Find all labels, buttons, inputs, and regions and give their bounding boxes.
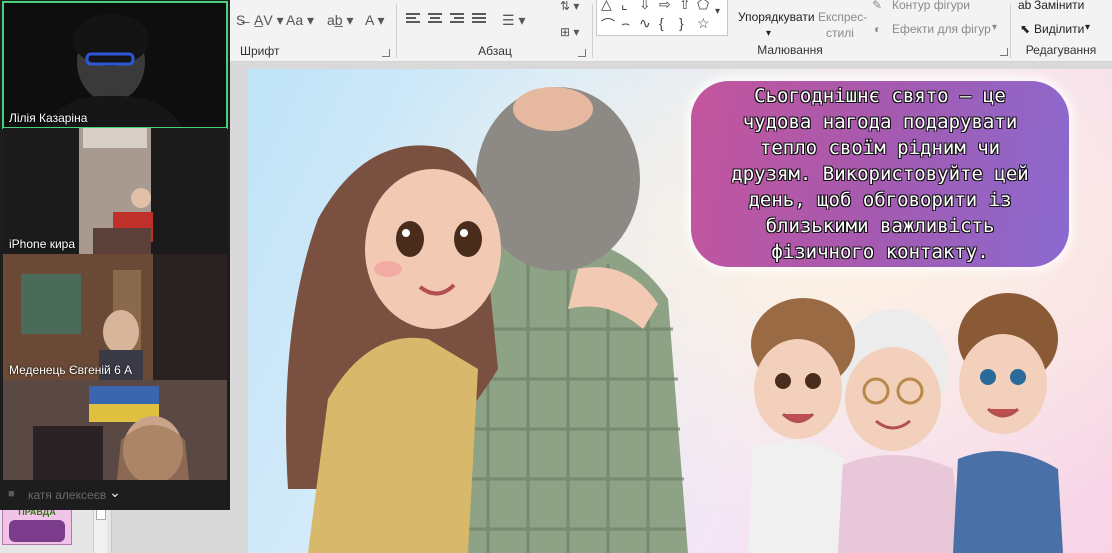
arrow-right-shape-icon[interactable]: ⇨ bbox=[659, 0, 671, 13]
paragraph-group: ☰ ▾ ⇅ ▾ ⊞ ▾ Абзац bbox=[400, 0, 590, 62]
participant-name: Лілія Казаріна bbox=[9, 111, 88, 125]
text-direction-icon[interactable]: ⇅ ▾ bbox=[560, 0, 579, 14]
justify-icon[interactable] bbox=[472, 13, 486, 25]
shape-outline-button[interactable]: Контур фігури bbox=[892, 0, 970, 12]
shapes-gallery[interactable]: △ ⌞ ⇩ ⇨ ⇧ ⬠ ⌒ ⌢ ∿ { } ☆ ▾ bbox=[596, 0, 728, 36]
arrow-up-shape-icon[interactable]: ⇧ bbox=[679, 0, 691, 13]
ribbon-divider bbox=[396, 4, 397, 58]
participant-tile[interactable]: Лілія Казаріна bbox=[2, 1, 228, 129]
align-left-icon[interactable] bbox=[406, 13, 420, 25]
slide-thumbnail-box bbox=[9, 520, 65, 542]
chevron-down-icon[interactable]: ⌄ bbox=[105, 483, 125, 501]
smartart-icon[interactable]: ⊞ ▾ bbox=[560, 24, 579, 40]
participant-status-icon: ■ bbox=[8, 488, 15, 500]
speech-bubble[interactable]: Сьогоднішнє свято – це чудова нагода под… bbox=[691, 81, 1069, 267]
select-chevron-icon[interactable]: ▾ bbox=[1085, 22, 1090, 33]
font-group-label: Шрифт bbox=[240, 44, 280, 58]
ribbon-divider bbox=[592, 4, 593, 58]
participant-tile[interactable]: iPhone кира bbox=[3, 128, 227, 254]
font-color-icon[interactable]: A ▾ bbox=[365, 12, 384, 28]
change-case-icon[interactable]: Aa ▾ bbox=[286, 12, 314, 28]
ribbon-divider bbox=[1010, 4, 1011, 58]
font-group: S̶ A̲V ▾ Aa ▾ ab̲ ▾ A ▾ Шрифт bbox=[232, 0, 394, 62]
columns-icon[interactable]: ☰ ▾ bbox=[502, 12, 525, 28]
speech-bubble-text: Сьогоднішнє свято – це чудова нагода под… bbox=[731, 85, 1029, 263]
paragraph-dialog-launcher[interactable] bbox=[578, 49, 586, 57]
l-shape-icon[interactable]: ⌞ bbox=[621, 0, 628, 13]
select-button[interactable]: Виділити bbox=[1034, 22, 1084, 36]
slide-canvas[interactable]: Сьогоднішнє свято – це чудова нагода под… bbox=[248, 69, 1112, 553]
participant-video bbox=[43, 14, 183, 128]
arrow-down-shape-icon[interactable]: ⇩ bbox=[639, 0, 651, 13]
overflow-participant-name: катя алексеєв bbox=[28, 488, 107, 502]
quick-styles-button-line2[interactable]: стилі bbox=[826, 26, 854, 40]
arrange-button[interactable]: Упорядкувати bbox=[738, 10, 815, 24]
participant-name: Меденець Євгеній 6 А bbox=[9, 363, 133, 377]
drawing-group-label: Малювання bbox=[757, 43, 823, 57]
editing-group-label: Редагування bbox=[1025, 43, 1097, 57]
participant-tile[interactable] bbox=[3, 380, 227, 480]
participant-video bbox=[79, 128, 153, 254]
brace-left-shape-icon[interactable]: { bbox=[659, 15, 664, 31]
char-spacing-icon[interactable]: A̲V ▾ bbox=[254, 12, 284, 28]
participant-video bbox=[3, 380, 227, 480]
select-cursor-icon: ⬉ bbox=[1020, 22, 1031, 36]
drawing-dialog-launcher[interactable] bbox=[1000, 48, 1008, 56]
arc-shape-icon[interactable]: ⌢ bbox=[621, 15, 630, 32]
strikethrough-icon[interactable]: S̶ bbox=[236, 12, 245, 28]
font-dialog-launcher[interactable] bbox=[382, 49, 390, 57]
align-right-icon[interactable] bbox=[450, 13, 464, 25]
wave-shape-icon[interactable]: ∿ bbox=[639, 15, 651, 32]
curve-shape-icon[interactable]: ⌒ bbox=[601, 15, 615, 35]
replace-icon: ab bbox=[1018, 0, 1032, 12]
shape-effects-button[interactable]: Ефекти для фігур bbox=[892, 22, 991, 36]
replace-button[interactable]: Замінити bbox=[1034, 0, 1084, 12]
quick-styles-button-line1[interactable]: Експрес- bbox=[818, 10, 867, 24]
shape-effects-icon: ◐ bbox=[874, 22, 882, 36]
pentagon-shape-icon[interactable]: ⬠ bbox=[697, 0, 709, 13]
gallery-more-icon[interactable]: ▾ bbox=[715, 6, 720, 17]
highlight-icon[interactable]: ab̲ ▾ bbox=[327, 12, 354, 28]
shape-effects-chevron-icon[interactable]: ▾ bbox=[992, 22, 997, 33]
arrange-chevron-icon[interactable]: ▾ bbox=[766, 28, 771, 39]
video-call-panel: Лілія Казаріна iPhone кира Меденець Євге… bbox=[0, 0, 230, 510]
participant-tile[interactable]: Меденець Євгеній 6 А bbox=[3, 254, 227, 380]
shape-outline-pen-icon: ✎ bbox=[872, 0, 883, 12]
star-shape-icon[interactable]: ☆ bbox=[697, 15, 710, 32]
paragraph-group-label: Абзац bbox=[478, 44, 512, 58]
brace-right-shape-icon[interactable]: } bbox=[679, 15, 684, 31]
participant-name: iPhone кира bbox=[9, 237, 75, 251]
participant-video bbox=[3, 254, 227, 380]
align-center-icon[interactable] bbox=[428, 13, 442, 25]
triangle-shape-icon[interactable]: △ bbox=[601, 0, 612, 13]
